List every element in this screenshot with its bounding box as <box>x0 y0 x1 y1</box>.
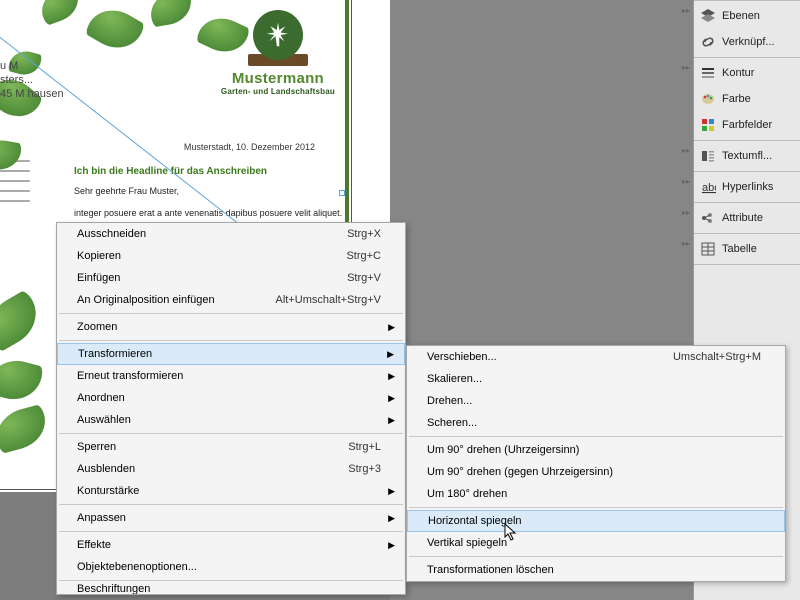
selection-handle[interactable] <box>339 190 345 196</box>
ctx-anordnen[interactable]: Anordnen▶ <box>57 387 405 409</box>
document-body: integer posuere erat a ante venenatis da… <box>74 208 342 218</box>
panel-textumfluss[interactable]: ▸▸Textumfl... <box>694 143 800 169</box>
ctx-transformieren[interactable]: Transformieren▶ <box>57 343 405 365</box>
logo-circle <box>253 10 303 60</box>
document-date: Musterstadt, 10. Dezember 2012 <box>184 142 315 152</box>
leaf-graphic <box>84 0 146 58</box>
ctx-konturstaerke[interactable]: Konturstärke▶ <box>57 480 405 502</box>
panel-tabelle[interactable]: ▸▸Tabelle <box>694 236 800 262</box>
leaf-graphic <box>36 0 84 26</box>
context-menu-main: AusschneidenStrg+X KopierenStrg+C Einfüg… <box>56 222 406 595</box>
submenu-arrow-icon: ▶ <box>388 415 395 426</box>
ctx-cut-off[interactable]: Beschriftungen <box>57 583 405 594</box>
sub-horizontal-spiegeln[interactable]: Horizontal spiegeln <box>407 510 785 532</box>
context-menu-transformieren: Verschieben...Umschalt+Strg+M Skalieren.… <box>406 345 786 582</box>
sub-transformationen-loeschen[interactable]: Transformationen löschen <box>407 559 785 581</box>
sub-skalieren[interactable]: Skalieren... <box>407 368 785 390</box>
submenu-arrow-icon: ▶ <box>388 393 395 404</box>
submenu-arrow-icon: ▶ <box>387 349 394 360</box>
separator <box>59 340 403 341</box>
separator <box>59 504 403 505</box>
swatches-icon <box>700 117 716 133</box>
palette-icon <box>700 91 716 107</box>
panel-verknuepfungen[interactable]: Verknüpf... <box>694 29 800 55</box>
separator <box>59 580 403 581</box>
separator <box>59 531 403 532</box>
panel-ebenen[interactable]: ▸▸Ebenen <box>694 3 800 29</box>
submenu-arrow-icon: ▶ <box>388 540 395 551</box>
ctx-zoomen[interactable]: Zoomen▶ <box>57 316 405 338</box>
submenu-arrow-icon: ▶ <box>388 371 395 382</box>
separator <box>409 436 783 437</box>
ctx-ausblenden[interactable]: AusblendenStrg+3 <box>57 458 405 480</box>
ctx-anpassen[interactable]: Anpassen▶ <box>57 507 405 529</box>
ctx-ausschneiden[interactable]: AusschneidenStrg+X <box>57 223 405 245</box>
document-salutation: Sehr geehrte Frau Muster, <box>74 186 179 196</box>
separator <box>409 556 783 557</box>
ctx-originalposition[interactable]: An Originalposition einfügenAlt+Umschalt… <box>57 289 405 311</box>
layers-icon <box>700 8 716 24</box>
separator <box>409 507 783 508</box>
logo-name: Mustermann <box>221 70 335 87</box>
panel-attribute[interactable]: ▸▸Attribute <box>694 205 800 231</box>
table-icon <box>700 241 716 257</box>
svg-text:abc: abc <box>702 182 716 194</box>
submenu-arrow-icon: ▶ <box>388 322 395 333</box>
logo-area: ···· Mustermann Garten- und Landschaftsb… <box>221 10 335 96</box>
sub-180[interactable]: Um 180° drehen <box>407 483 785 505</box>
stroke-icon <box>700 65 716 81</box>
separator <box>59 433 403 434</box>
address-block: u M sters... 45 M hausen <box>0 60 64 102</box>
panel-kontur[interactable]: ▸▸Kontur <box>694 60 800 86</box>
leaf-graphic <box>0 289 47 353</box>
ctx-objektebenenoptionen[interactable]: Objektebenenoptionen... <box>57 556 405 578</box>
submenu-arrow-icon: ▶ <box>388 513 395 524</box>
leaf-graphic <box>0 404 51 454</box>
hyperlink-icon: abc <box>700 179 716 195</box>
panel-farbe[interactable]: Farbe <box>694 86 800 112</box>
ctx-effekte[interactable]: Effekte▶ <box>57 534 405 556</box>
panel-hyperlinks[interactable]: ▸▸abcHyperlinks <box>694 174 800 200</box>
panel-farbfelder[interactable]: Farbfelder <box>694 112 800 138</box>
leaf-graphic <box>0 354 44 406</box>
textwrap-icon <box>700 148 716 164</box>
link-icon <box>700 34 716 50</box>
ctx-erneut-transformieren[interactable]: Erneut transformieren▶ <box>57 365 405 387</box>
sub-scheren[interactable]: Scheren... <box>407 412 785 434</box>
attribute-icon <box>700 210 716 226</box>
logo-tagline: Garten- und Landschaftsbau <box>221 87 335 96</box>
sub-verschieben[interactable]: Verschieben...Umschalt+Strg+M <box>407 346 785 368</box>
submenu-arrow-icon: ▶ <box>388 486 395 497</box>
sub-drehen[interactable]: Drehen... <box>407 390 785 412</box>
ctx-einfuegen[interactable]: EinfügenStrg+V <box>57 267 405 289</box>
ctx-kopieren[interactable]: KopierenStrg+C <box>57 245 405 267</box>
leaf-graphic <box>148 0 195 27</box>
sub-90-gegen[interactable]: Um 90° drehen (gegen Uhrzeigersinn) <box>407 461 785 483</box>
separator <box>59 313 403 314</box>
ctx-auswaehlen[interactable]: Auswählen▶ <box>57 409 405 431</box>
sub-90-uhrzeigersinn[interactable]: Um 90° drehen (Uhrzeigersinn) <box>407 439 785 461</box>
ctx-sperren[interactable]: SperrenStrg+L <box>57 436 405 458</box>
sub-vertikal-spiegeln[interactable]: Vertikal spiegeln <box>407 532 785 554</box>
